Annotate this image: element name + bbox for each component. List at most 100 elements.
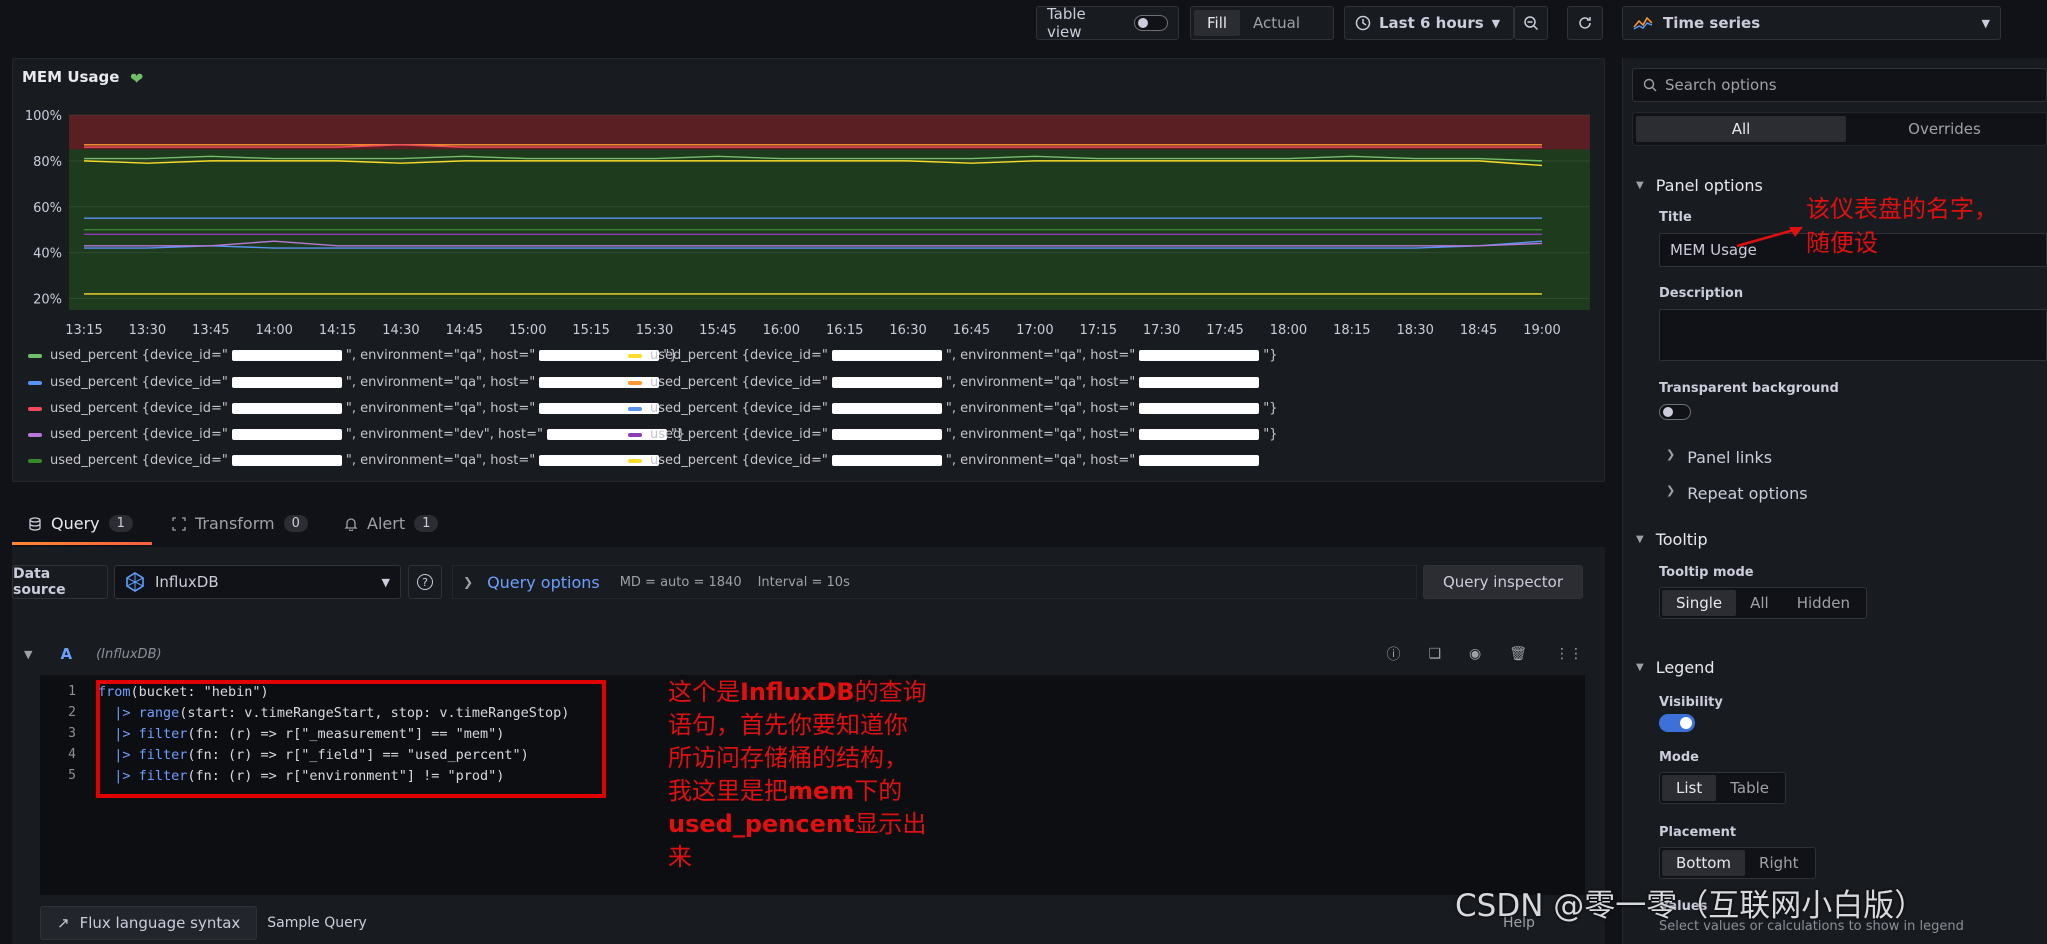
search-options-input[interactable]: Search options [1632, 68, 2047, 102]
placement-bottom[interactable]: Bottom [1662, 850, 1746, 876]
chevron-down-icon: ▼ [1636, 662, 1644, 673]
legend-item[interactable]: used_percent {device_id=" ", environment=… [628, 401, 1277, 416]
chevron-right-icon: ❯ [1666, 484, 1676, 497]
legend-item[interactable]: used_percent {device_id=" ", environment=… [28, 427, 685, 442]
all-tab[interactable]: All [1636, 116, 1846, 142]
legend-text-b: ", environment="qa", host=" [345, 375, 536, 390]
placement-right[interactable]: Right [1745, 850, 1813, 876]
section-legend[interactable]: ▼ Legend [1636, 658, 1714, 677]
tooltip-hidden[interactable]: Hidden [1783, 590, 1864, 616]
transparent-switch[interactable] [1659, 404, 1691, 420]
description-input[interactable] [1659, 309, 2047, 361]
fill-button[interactable]: Fill [1194, 10, 1241, 36]
legend-item[interactable]: used_percent {device_id=" ", environment=… [628, 348, 1277, 363]
help-circle-icon[interactable]: ⓘ [1386, 644, 1400, 664]
panel-links-toggle[interactable]: ❯ Panel links [1666, 448, 1772, 467]
legend-text-b: ", environment="qa", host=" [345, 348, 536, 363]
collapse-icon[interactable]: ▼ [24, 648, 32, 661]
mem-usage-chart[interactable]: 100% 80% 60% 40% 20%13:15 13:30 13:45 14:00 14:1… [12, 105, 1605, 350]
redacted-host [1139, 455, 1260, 466]
chevron-right-icon: ❯ [1666, 448, 1676, 461]
actual-button[interactable]: Actual [1240, 10, 1313, 36]
tab-transform-count: 0 [283, 515, 308, 532]
table-view-switch[interactable] [1134, 15, 1168, 31]
refresh-button[interactable] [1567, 6, 1603, 40]
heart-icon: ❤ [130, 69, 144, 88]
code-line[interactable]: |> range(start: v.timeRangeStart, stop: … [98, 705, 569, 721]
mode-table[interactable]: Table [1716, 775, 1783, 801]
refresh-icon [1579, 17, 1591, 29]
tab-query[interactable]: Query 1 [28, 514, 133, 533]
section-panel-options[interactable]: ▼ Panel options [1636, 176, 1763, 195]
question-icon: ? [417, 574, 433, 590]
tab-query-count: 1 [108, 515, 133, 532]
x-tick-label: 14:00 [255, 323, 292, 338]
x-tick-label: 15:30 [636, 323, 673, 338]
query-inspector-button[interactable]: Query inspector [1423, 565, 1583, 599]
x-tick-label: 14:30 [382, 323, 419, 338]
tooltip-single[interactable]: Single [1662, 590, 1737, 616]
code-line[interactable]: from(bucket: "hebin") [98, 684, 269, 700]
data-source-label: Data source [12, 565, 108, 599]
help-button[interactable]: ? [408, 565, 442, 599]
zoom-out-button[interactable] [1514, 6, 1548, 40]
redacted-device-id [231, 429, 342, 440]
x-tick-label: 18:00 [1270, 323, 1307, 338]
repeat-options-toggle[interactable]: ❯ Repeat options [1666, 484, 1808, 503]
drag-handle-icon[interactable]: ⋮⋮ [1555, 646, 1583, 662]
legend-item[interactable]: used_percent {device_id=" ", environment=… [28, 453, 663, 468]
tab-transform[interactable]: Transform 0 [172, 514, 308, 533]
tooltip-all[interactable]: All [1736, 590, 1783, 616]
y-tick-label: 100% [25, 109, 62, 124]
chevron-down-icon: ▼ [1981, 16, 1990, 30]
visibility-switch[interactable] [1659, 714, 1695, 732]
legend-item[interactable]: used_percent {device_id=" ", environment=… [628, 427, 1277, 442]
legend-color-swatch [628, 432, 642, 437]
x-tick-label: 17:30 [1143, 323, 1180, 338]
redacted-device-id [231, 403, 342, 414]
visualization-picker[interactable]: Time series ▼ [1622, 6, 2001, 40]
legend-text-a: used_percent {device_id=" [650, 401, 828, 416]
line-number: 2 [68, 705, 76, 720]
section-tooltip[interactable]: ▼ Tooltip [1636, 530, 1708, 549]
legend-color-swatch [628, 406, 642, 411]
legend-item[interactable]: used_percent {device_id=" ", environment=… [628, 453, 1263, 468]
query-row-header[interactable]: ▼ A (InfluxDB) ⓘ ❏ ◉ 🗑 ⋮⋮ [12, 637, 1595, 671]
flux-syntax-button[interactable]: ↗ Flux language syntax [40, 906, 258, 940]
code-line[interactable]: |> filter(fn: (r) => r["_measurement"] =… [98, 726, 504, 742]
data-source-select[interactable]: InfluxDB ▼ [114, 565, 401, 599]
code-line[interactable]: |> filter(fn: (r) => r["environment"] !=… [98, 768, 504, 784]
trash-icon[interactable]: 🗑 [1509, 646, 1527, 662]
redacted-device-id [231, 350, 342, 361]
redacted-device-id [831, 377, 942, 388]
table-view-toggle[interactable]: Table view [1036, 5, 1179, 41]
mode-list[interactable]: List [1662, 775, 1717, 801]
legend-color-swatch [628, 353, 642, 358]
legend-text-b: ", environment="qa", host=" [345, 453, 536, 468]
legend-item[interactable]: used_percent {device_id=" ", environment=… [28, 401, 663, 416]
table-view-label: Table view [1047, 5, 1086, 41]
eye-icon[interactable]: ◉ [1469, 646, 1481, 662]
clock-icon [1355, 15, 1371, 31]
tab-alert[interactable]: Alert 1 [344, 514, 439, 533]
legend-text-a: used_percent {device_id=" [650, 348, 828, 363]
legend-item[interactable]: used_percent {device_id=" ", environment=… [28, 375, 663, 390]
editor-bottom-bar: ↗ Flux language syntax Sample Query [40, 906, 377, 940]
overrides-tab[interactable]: Overrides [1846, 116, 2043, 142]
y-tick-label: 40% [33, 247, 62, 262]
time-range-picker[interactable]: Last 6 hours ▼ [1344, 6, 1514, 40]
x-tick-label: 13:15 [65, 323, 102, 338]
sample-query-button[interactable]: Sample Query [257, 906, 377, 940]
x-tick-label: 14:15 [319, 323, 356, 338]
query-options-bar[interactable]: ❯ Query options MD = auto = 1840 Interva… [452, 565, 1417, 599]
query-options-label[interactable]: Query options [487, 573, 600, 592]
legend-item[interactable]: used_percent {device_id=" ", environment=… [628, 375, 1263, 390]
legend-color-swatch [28, 380, 42, 385]
tab-alert-label: Alert [367, 514, 406, 533]
x-tick-label: 14:45 [446, 323, 483, 338]
tab-alert-count: 1 [414, 515, 439, 532]
legend-item[interactable]: used_percent {device_id=" ", environment=… [28, 348, 677, 363]
legend-text-b: ", environment="qa", host=" [345, 401, 536, 416]
copy-icon[interactable]: ❏ [1428, 646, 1441, 662]
code-line[interactable]: |> filter(fn: (r) => r["_field"] == "use… [98, 747, 529, 763]
